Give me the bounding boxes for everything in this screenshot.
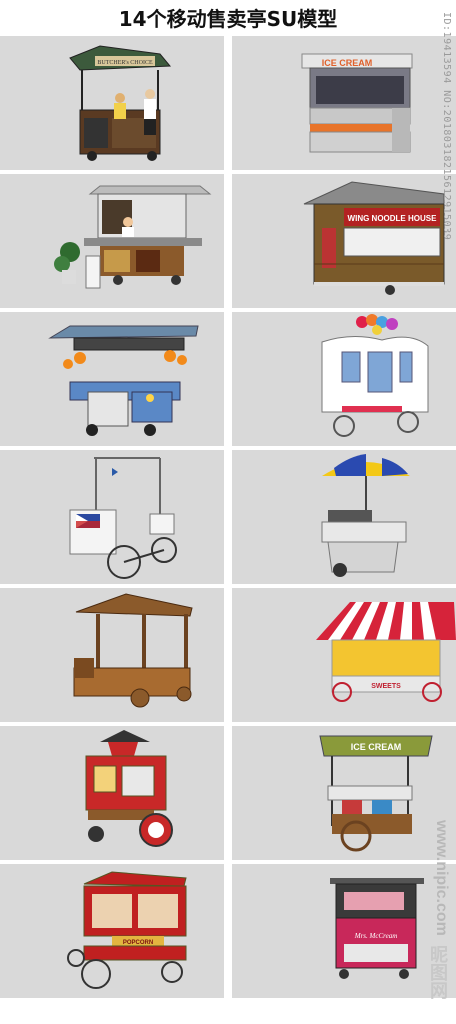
model-cell-orange-juice-cart[interactable] — [0, 312, 224, 446]
model-cell-mrs-mccream-cart[interactable]: Mrs. McCream — [232, 864, 456, 998]
ice-cream-cart-sign: ICE CREAM — [351, 742, 402, 752]
wing-noodle-house-illustration: WING NOODLE HOUSE — [303, 181, 445, 295]
umbrella-cart-illustration — [321, 454, 410, 577]
model-cell-philippine-bike-cart[interactable] — [0, 450, 224, 584]
model-cell-ice-cream-wheel-cart[interactable]: ICE CREAM — [232, 726, 456, 860]
orange-juice-cart-illustration — [48, 325, 199, 436]
food-cart-illustration — [54, 185, 212, 289]
watermark-id: ID:19413594 NO:20180318215612915039 — [441, 12, 452, 241]
model-cell-food-cart-with-plant[interactable] — [0, 174, 224, 308]
model-grid: BUTCHER's CHOICE ICE CREAM WING NOODLE H… — [0, 36, 456, 1004]
balloon-carriage-illustration — [321, 314, 429, 437]
noodle-house-sign: WING NOODLE HOUSE — [348, 214, 438, 223]
ice-cream-kiosk-sign: ICE CREAM — [322, 58, 373, 68]
model-cell-butcher-stand[interactable]: BUTCHER's CHOICE — [0, 36, 224, 170]
mrs-mccream-cart-illustration: Mrs. McCream — [330, 878, 424, 979]
watermark-url: www.nipic.com — [433, 820, 450, 936]
model-cell-ice-cream-kiosk[interactable]: ICE CREAM — [232, 36, 456, 170]
butcher-sign: BUTCHER's CHOICE — [97, 60, 153, 66]
ice-cream-kiosk-illustration: ICE CREAM — [301, 53, 413, 153]
model-cell-wing-noodle-house[interactable]: WING NOODLE HOUSE — [232, 174, 456, 308]
model-cell-red-popcorn-wagon[interactable]: POPCORN — [0, 864, 224, 998]
bike-cart-illustration — [69, 457, 177, 579]
popcorn-sign: POPCORN — [123, 940, 153, 946]
model-cell-striped-awning-sweets-cart[interactable]: SWEETS — [232, 588, 456, 722]
wooden-stall-illustration — [73, 593, 193, 708]
ice-cream-wheel-cart-illustration: ICE CREAM — [319, 735, 433, 852]
model-cell-umbrella-hot-dog-cart[interactable] — [232, 450, 456, 584]
watermark-logo: 昵图网 — [427, 945, 448, 999]
sweets-sign: SWEETS — [371, 683, 401, 690]
model-cell-red-vintage-cart[interactable] — [0, 726, 224, 860]
butcher-stand-illustration: BUTCHER's CHOICE — [69, 45, 172, 161]
page-title: 14个移动售卖亭SU模型 — [118, 7, 338, 31]
mccream-sign: Mrs. McCream — [354, 932, 398, 940]
sweets-cart-illustration: SWEETS — [316, 602, 456, 702]
model-cell-wooden-market-stall[interactable] — [0, 588, 224, 722]
model-cell-balloon-carriage[interactable] — [232, 312, 456, 446]
red-vintage-cart-illustration — [85, 730, 173, 847]
popcorn-wagon-illustration: POPCORN — [67, 871, 187, 989]
